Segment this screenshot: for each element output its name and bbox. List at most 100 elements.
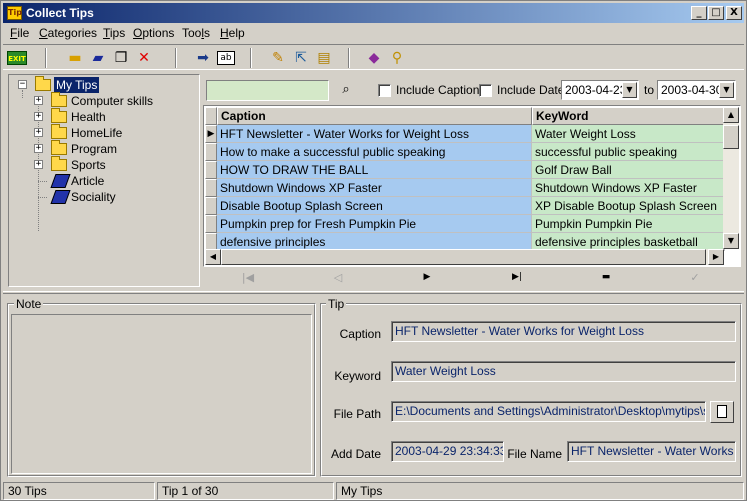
window-title: Collect Tips [26,6,94,20]
tree-item-label: Computer skills [71,94,154,108]
post-record-button[interactable]: ✓ [668,268,722,287]
folder-icon [51,92,67,107]
horizontal-scrollbar[interactable]: ◀ ▶ [205,249,724,265]
clipboard-icon[interactable]: ▤ [315,49,333,67]
adddate-label: Add Date [330,447,381,461]
date-to-label: to [644,83,655,97]
help-book-icon[interactable]: ◆ [365,49,383,67]
include-date-label: Include Date [497,83,565,97]
cell-keyword[interactable]: Pumpkin Pumpkin Pie [532,215,725,233]
wand-icon[interactable]: ⚲ [388,49,406,67]
scroll-up-icon[interactable]: ▲ [723,107,739,123]
minimize-button[interactable]: _ [691,6,707,20]
cell-keyword[interactable]: Golf Draw Ball [532,161,725,179]
title-bar[interactable]: Tip Collect Tips _ □ X [3,3,744,23]
delete-icon[interactable]: ✕ [135,49,153,67]
tree-item-label: Sports [71,158,106,172]
note-textarea[interactable] [11,314,312,474]
menu-options[interactable]: Options [133,26,174,40]
include-caption-checkbox[interactable] [378,84,391,97]
document-icon [717,405,727,418]
keyword-field[interactable]: Water Weight Loss [391,361,736,382]
cell-caption[interactable]: Pumpkin prep for Fresh Pumpkin Pie [217,215,532,233]
row-indicator [205,215,217,233]
app-icon: Tip [7,6,22,20]
scroll-left-icon[interactable]: ◀ [205,249,221,265]
status-tip-count: 30 Tips [3,482,155,500]
toolbar: EXIT ▬ ▰ ❐ ✕ ➡ ab ✎ ⇱ ▤ ◆ ⚲ [3,44,744,70]
filepath-field[interactable]: E:\Documents and Settings\Administrator\… [391,401,706,422]
menu-tips[interactable]: Tips [103,26,125,40]
status-tip-position: Tip 1 of 30 [157,482,334,500]
arrow-right-icon[interactable]: ➡ [194,49,212,67]
filepath-label: File Path [333,407,381,421]
folder-icon [51,140,67,155]
search-input[interactable] [206,80,329,101]
tips-grid[interactable]: Caption KeyWord ▶ HFT Newsletter - Water… [203,105,741,267]
pencil-icon[interactable]: ✎ [269,49,287,67]
chevron-down-icon[interactable]: ▼ [622,82,637,98]
vertical-scrollbar[interactable]: ▲ ▼ [723,107,739,249]
menu-tools[interactable]: Tools [182,26,210,40]
filename-field[interactable]: HFT Newsletter - Water Works for [567,441,736,462]
tree-item-label: Health [71,110,106,124]
prior-record-button[interactable]: ◁ [311,268,365,287]
ab-text-icon[interactable]: ab [217,51,235,65]
caption-field[interactable]: HFT Newsletter - Water Works for Weight … [391,321,736,342]
date-to-value: 2003-04-30 [661,83,723,97]
include-date-checkbox[interactable] [479,84,492,97]
expand-icon[interactable]: + [34,144,43,153]
cell-keyword[interactable]: Shutdown Windows XP Faster [532,179,725,197]
column-header-caption[interactable]: Caption [217,107,532,125]
status-category: My Tips [336,482,744,500]
maximize-button[interactable]: □ [708,6,724,20]
menu-help[interactable]: Help [220,26,245,40]
adddate-field[interactable]: 2003-04-29 23:34:33 [391,441,504,462]
main-window: Tip Collect Tips _ □ X File Categories T… [0,0,747,501]
cell-caption[interactable]: Disable Bootup Splash Screen [217,197,532,215]
column-header-keyword[interactable]: KeyWord [532,107,725,125]
scroll-thumb[interactable] [221,249,706,265]
row-indicator [205,161,217,179]
collapse-icon[interactable]: − [18,80,27,89]
date-to-select[interactable]: 2003-04-30 ▼ [657,80,736,100]
open-folder-icon[interactable]: ▬ [66,49,84,67]
next-record-button[interactable]: ▶ [400,268,454,287]
books-icon[interactable]: ▰ [89,49,107,67]
menu-file[interactable]: File [10,26,29,40]
menu-categories[interactable]: Categories [39,26,97,40]
folder-icon [51,108,67,123]
cell-keyword[interactable]: Water Weight Loss [532,125,725,143]
cell-keyword[interactable]: successful public speaking [532,143,725,161]
category-tree[interactable]: − My Tips + Computer skills + Health + H… [8,74,200,287]
last-record-button[interactable]: ▶| [490,268,544,287]
binoculars-icon[interactable]: ⌕ [336,81,356,99]
expand-icon[interactable]: + [34,112,43,121]
caption-label: Caption [339,327,381,341]
scroll-down-icon[interactable]: ▼ [723,233,739,249]
exit-icon[interactable]: EXIT [7,51,27,65]
close-button[interactable]: X [726,6,742,20]
row-indicator [205,179,217,197]
tree-item-label: Article [71,174,105,188]
cell-caption[interactable]: HFT Newsletter - Water Works for Weight … [217,125,532,143]
delete-record-button[interactable]: ▬ [579,268,633,287]
chevron-down-icon[interactable]: ▼ [719,82,734,98]
cell-caption[interactable]: HOW TO DRAW THE BALL [217,161,532,179]
expand-icon[interactable]: + [34,128,43,137]
browse-file-button[interactable] [710,401,734,423]
tip-title: Tip [326,297,347,311]
cell-keyword[interactable]: XP Disable Bootup Splash Screen [532,197,725,215]
scroll-thumb[interactable] [723,125,739,149]
expand-icon[interactable]: + [34,160,43,169]
current-row-icon: ▶ [205,125,217,143]
scroll-right-icon[interactable]: ▶ [708,249,724,265]
expand-icon[interactable]: + [34,96,43,105]
first-record-button[interactable]: |◀ [221,268,275,287]
cell-caption[interactable]: Shutdown Windows XP Faster [217,179,532,197]
date-from-select[interactable]: 2003-04-23 ▼ [561,80,639,100]
copy-window-icon[interactable]: ❐ [112,49,130,67]
splitter[interactable] [3,291,744,294]
cell-caption[interactable]: How to make a successful public speaking [217,143,532,161]
export-icon[interactable]: ⇱ [292,49,310,67]
